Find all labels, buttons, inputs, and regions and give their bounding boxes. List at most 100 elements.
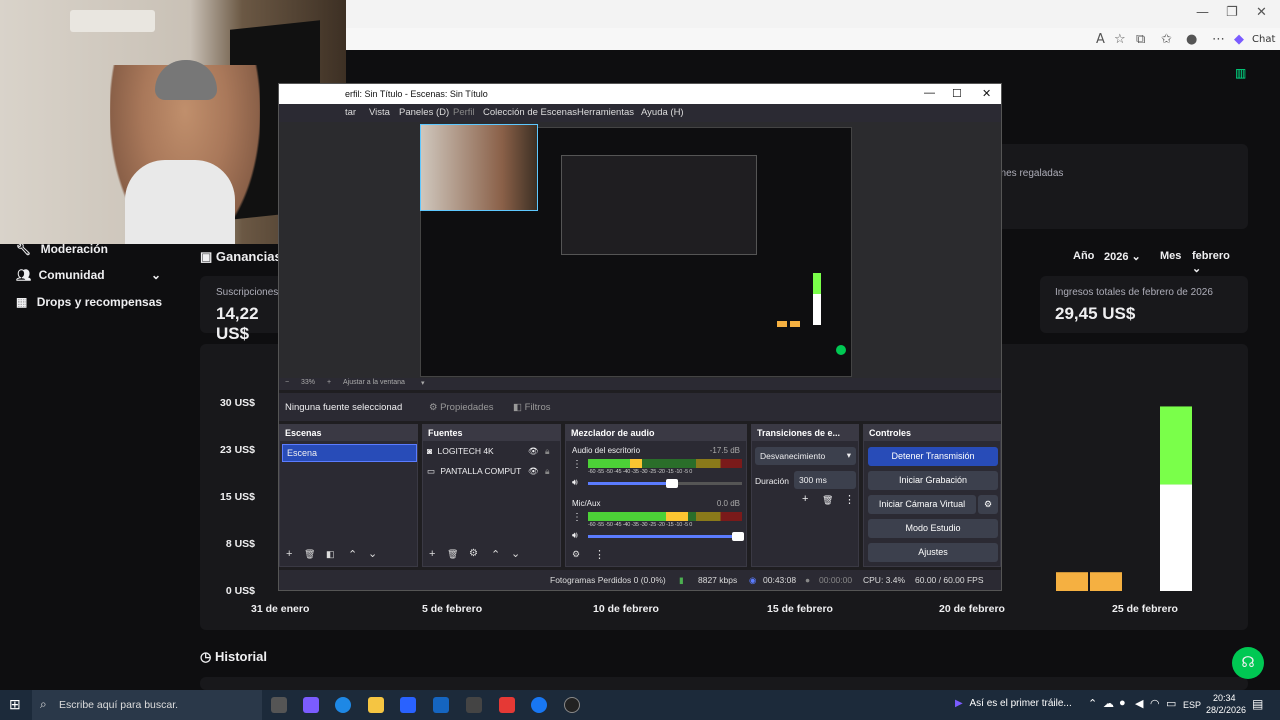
volume-slider-handle[interactable] — [665, 479, 678, 488]
task-view-icon[interactable] — [271, 697, 287, 713]
taskbar-search[interactable]: ⌕ Escribe aquí para buscar. — [32, 690, 262, 720]
transition-select[interactable]: Desvanecimiento ▾ — [755, 447, 856, 465]
outlook-icon[interactable] — [433, 697, 449, 713]
sidebar-item-community[interactable]: 👥︎ Comunidad ⌄ — [16, 268, 161, 282]
read-aloud-icon[interactable]: A — [1096, 32, 1105, 47]
chevron-up-icon[interactable]: ⌃ — [348, 548, 357, 561]
source-item[interactable]: ▭ PANTALLA COMPUT 👁︎ 🔒︎ — [427, 466, 557, 482]
bar-segment[interactable] — [1160, 484, 1192, 591]
minimize-icon[interactable]: — — [1196, 5, 1209, 20]
lock-icon[interactable]: 🔒︎ — [545, 446, 550, 457]
menu-item[interactable]: tar — [345, 107, 356, 118]
volume-slider[interactable] — [588, 532, 744, 541]
copilot-icon[interactable]: ◆ — [1234, 32, 1244, 47]
zoom-out-icon[interactable]: − — [285, 379, 289, 386]
tray-overflow-icon[interactable]: ⌃ — [1088, 697, 1097, 710]
chevron-down-icon[interactable]: ⌄ — [368, 547, 377, 560]
maximize-icon[interactable]: ☐ — [952, 87, 962, 100]
bar-segment[interactable] — [1160, 406, 1192, 485]
filter-icon[interactable]: ◧ — [326, 549, 335, 560]
eye-icon[interactable]: 👁︎ — [528, 446, 539, 457]
clock-time[interactable]: 20:34 — [1213, 693, 1236, 703]
menu-item[interactable]: Paneles (D) — [399, 107, 449, 118]
trash-icon[interactable]: 🗑︎ — [822, 495, 833, 506]
menu-item[interactable]: Herramientas — [577, 107, 634, 118]
favorites-bar-icon[interactable]: ✩ — [1161, 32, 1172, 47]
activity-icon[interactable]: ▥ — [1235, 66, 1246, 80]
favorite-icon[interactable]: ☆ — [1114, 32, 1126, 47]
obs-icon[interactable] — [564, 697, 580, 713]
virtual-camera-settings-button[interactable]: ⚙︎ — [978, 495, 998, 514]
edge-icon[interactable] — [335, 697, 351, 713]
close-icon[interactable]: ✕ — [1256, 5, 1267, 20]
settings-button[interactable]: Ajustes — [868, 543, 998, 562]
volume-icon[interactable]: ◀︎ — [1135, 697, 1143, 710]
studio-mode-button[interactable]: Modo Estudio — [868, 519, 998, 538]
settings-icon[interactable] — [466, 697, 482, 713]
caret-down-icon[interactable]: ▾ — [421, 379, 425, 387]
speaker-icon[interactable]: 🔊︎ — [572, 477, 578, 488]
start-recording-button[interactable]: Iniciar Grabación — [868, 471, 998, 490]
mic-icon[interactable]: ● — [1119, 697, 1126, 709]
minimize-icon[interactable]: — — [924, 87, 935, 99]
preview-webcam-source[interactable] — [420, 124, 538, 211]
chevron-down-icon[interactable]: ⌄ — [511, 547, 520, 560]
youtube-icon[interactable] — [499, 697, 515, 713]
battery-icon[interactable]: ▭ — [1166, 697, 1176, 710]
properties-button[interactable]: ⚙︎ Propiedades — [429, 402, 494, 413]
scene-item[interactable]: Escena — [282, 444, 417, 462]
lock-icon[interactable]: 🔒︎ — [545, 466, 550, 477]
gear-icon[interactable]: ⚙︎ — [469, 548, 478, 559]
more-icon[interactable]: ⋮ — [572, 512, 582, 523]
file-explorer-icon[interactable] — [368, 697, 384, 713]
advanced-audio-icon[interactable]: ⚙︎ — [572, 549, 580, 560]
media-widget[interactable]: ▶ Así es el primer tráile... — [955, 698, 1072, 709]
more-icon[interactable]: ⋮ — [572, 459, 582, 470]
restore-icon[interactable]: ❐ — [1226, 5, 1238, 20]
month-select[interactable]: febrero ⌄ — [1186, 245, 1248, 275]
trash-icon[interactable]: 🗑︎ — [447, 549, 458, 560]
clock-date[interactable]: 28/2/2026 — [1206, 705, 1246, 715]
extensions-icon[interactable]: ⧉ — [1136, 32, 1145, 47]
wifi-icon[interactable]: ◠ — [1150, 697, 1160, 710]
source-item[interactable]: ◙ LOGITECH 4K 👁︎ 🔒︎ — [427, 446, 557, 462]
more-icon[interactable]: ⋮ — [594, 548, 605, 561]
zoom-in-icon[interactable]: + — [327, 379, 331, 386]
year-select[interactable]: 2026 ⌄ — [1098, 245, 1148, 267]
menu-item[interactable]: Vista — [369, 107, 390, 118]
menu-item[interactable]: Colección de Escenas — [483, 107, 577, 118]
windows-start-icon[interactable]: ⊞ — [9, 696, 21, 713]
duration-spinbox[interactable]: 300 ms — [794, 471, 856, 489]
facebook-icon[interactable] — [531, 697, 547, 713]
more-icon[interactable]: ⋯ — [1212, 32, 1225, 47]
trash-icon[interactable]: 🗑︎ — [304, 549, 315, 560]
volume-slider[interactable] — [588, 479, 742, 488]
chevron-up-icon[interactable]: ⌃ — [491, 548, 500, 561]
virtual-camera-button[interactable]: Iniciar Cámara Virtual — [868, 495, 976, 514]
notifications-icon[interactable]: ▤ — [1252, 697, 1263, 711]
menu-item[interactable]: Perfil — [453, 107, 475, 118]
sidebar-item-drops[interactable]: ▦ Drops y recompensas — [16, 295, 162, 309]
more-icon[interactable]: ⋮ — [844, 493, 855, 506]
network-icon[interactable]: ☁︎ — [1103, 697, 1114, 710]
stop-stream-button[interactable]: Detener Transmisión — [868, 447, 998, 466]
chat-button[interactable]: Chat — [1252, 34, 1275, 45]
copilot-icon[interactable] — [303, 697, 319, 713]
add-icon[interactable]: + — [429, 548, 435, 560]
profile-icon[interactable]: ● — [1186, 32, 1197, 47]
menu-item[interactable]: Ayuda (H) — [641, 107, 684, 118]
sidebar-item-moderation[interactable]: 🔧︎ Moderación — [16, 242, 108, 256]
store-icon[interactable] — [400, 697, 416, 713]
help-chat-button[interactable]: ☊ — [1232, 647, 1264, 679]
fit-window-label[interactable]: Ajustar a la ventana — [343, 379, 405, 386]
bar[interactable] — [1056, 572, 1088, 591]
filters-button[interactable]: ◧ Filtros — [513, 402, 551, 413]
language-indicator[interactable]: ESP — [1183, 700, 1201, 710]
add-icon[interactable]: + — [286, 548, 292, 560]
obs-preview[interactable] — [279, 122, 1001, 378]
eye-icon[interactable]: 👁︎ — [528, 466, 539, 477]
speaker-icon[interactable]: 🔊︎ — [572, 530, 578, 541]
bar[interactable] — [1090, 572, 1122, 591]
volume-slider-handle[interactable] — [731, 532, 744, 541]
add-icon[interactable]: + — [802, 493, 808, 505]
